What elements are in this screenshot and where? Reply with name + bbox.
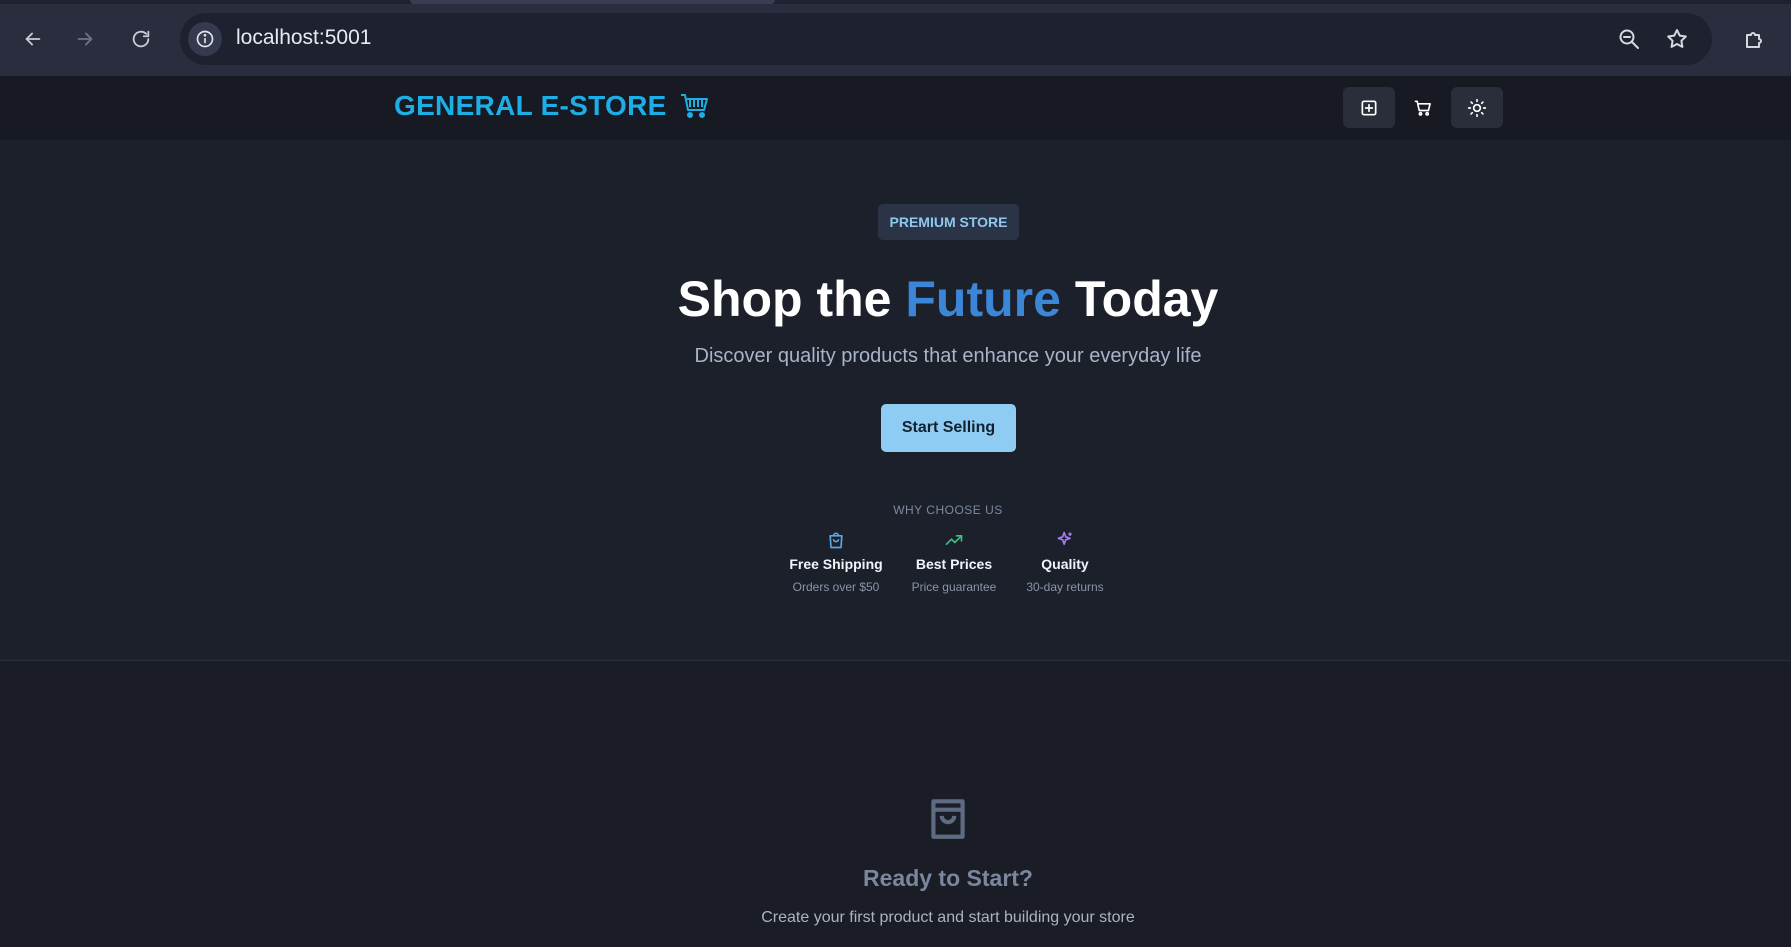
arrow-right-icon — [77, 32, 93, 46]
forward-button[interactable] — [68, 22, 102, 56]
hero-title: Shop the Future Today — [0, 270, 1791, 328]
reload-icon — [132, 30, 150, 48]
plus-square-icon — [1361, 100, 1377, 115]
hero-subtitle: Discover quality products that enhance y… — [694, 345, 1202, 367]
hero-title-accent: Future — [905, 271, 1061, 327]
hero-title-start: Shop the — [677, 271, 906, 327]
cart-logo-icon — [680, 94, 708, 118]
address-bar[interactable]: localhost:5001 — [180, 13, 1712, 65]
feature-title: Quality — [1041, 556, 1089, 572]
feature-best-prices: Best Prices Price guarantee — [899, 530, 1009, 594]
feature-subtitle: Price guarantee — [911, 580, 997, 594]
site-header: GENERAL E-STORE — [0, 76, 1791, 140]
star-icon — [1667, 29, 1687, 48]
empty-products-section: Ready to Start? Create your first produc… — [0, 662, 1791, 947]
hero-section: PREMIUM STORE Shop the Future Today Disc… — [0, 140, 1791, 661]
shopping-bag-icon — [829, 532, 843, 549]
start-selling-button[interactable]: Start Selling — [881, 404, 1016, 452]
url-text: localhost:5001 — [236, 26, 372, 49]
feature-subtitle: 30-day returns — [1026, 580, 1104, 594]
feature-title: Free Shipping — [789, 556, 883, 572]
puzzle-icon — [1746, 32, 1762, 48]
zoom-out-icon — [1619, 29, 1639, 49]
arrow-left-icon — [25, 32, 41, 46]
empty-state-title: Ready to Start? — [863, 865, 1033, 891]
empty-state-subtitle: Create your first product and start buil… — [761, 909, 1135, 926]
trending-up-icon — [945, 535, 963, 545]
theme-toggle-button[interactable] — [1451, 87, 1503, 128]
bookmark-button[interactable] — [1664, 26, 1690, 52]
sun-icon — [1467, 98, 1487, 117]
tab-strip — [0, 0, 1791, 4]
page: GENERAL E-STORE PREMIUM STORE Shop the F… — [0, 76, 1791, 947]
shopping-bag-icon — [931, 799, 965, 839]
logo-text: GENERAL E-STORE — [394, 90, 667, 121]
back-button[interactable] — [16, 22, 50, 56]
reload-button[interactable] — [124, 22, 158, 56]
cart-button[interactable] — [1397, 87, 1449, 128]
info-icon — [196, 30, 214, 48]
feature-quality: Quality 30-day returns — [1010, 530, 1120, 594]
premium-badge: PREMIUM STORE — [878, 204, 1019, 240]
hero-title-end: Today — [1060, 271, 1219, 327]
feature-free-shipping: Free Shipping Orders over $50 — [781, 530, 891, 594]
browser-chrome: localhost:5001 — [0, 0, 1791, 76]
zoom-button[interactable] — [1616, 26, 1642, 52]
sparkles-icon — [1057, 531, 1072, 545]
extensions-button[interactable] — [1738, 22, 1772, 56]
site-info-button[interactable] — [188, 22, 222, 56]
shopping-cart-icon — [1414, 100, 1431, 116]
add-product-button[interactable] — [1343, 87, 1395, 128]
active-tab[interactable] — [410, 0, 775, 4]
feature-subtitle: Orders over $50 — [792, 580, 880, 594]
store-logo[interactable]: GENERAL E-STORE — [394, 90, 709, 122]
feature-title: Best Prices — [915, 556, 993, 572]
why-choose-us-label: WHY CHOOSE US — [893, 503, 1003, 517]
